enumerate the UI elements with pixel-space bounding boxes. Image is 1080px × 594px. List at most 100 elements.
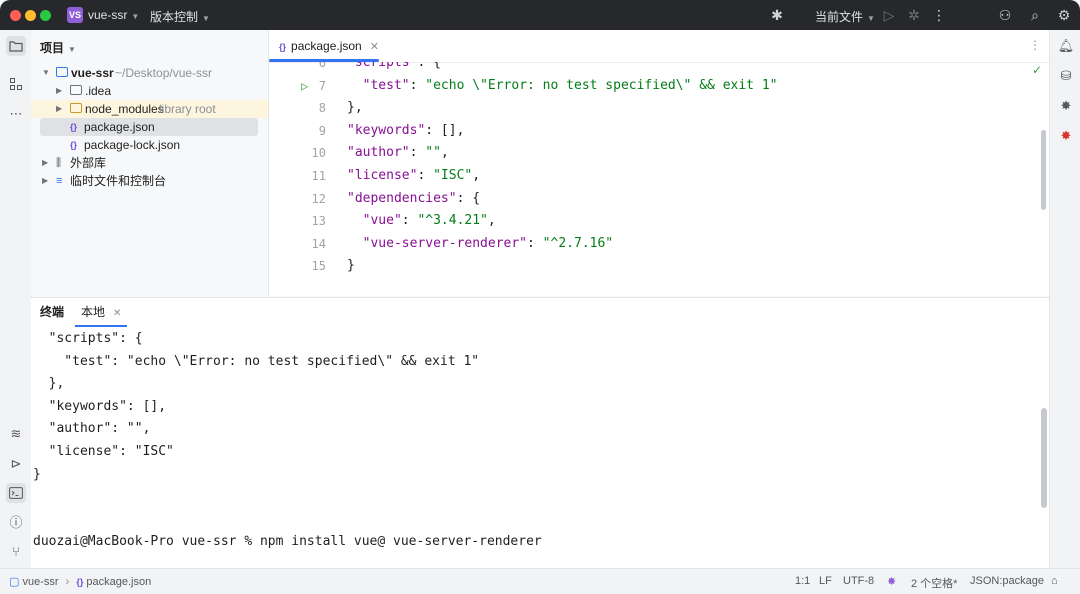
more-tools-icon[interactable]: ⋯ [6,104,26,124]
code-text: }, [347,97,363,119]
caret-position[interactable]: 1:1 [795,575,810,587]
code-line[interactable]: 12 "dependencies": { [269,188,1049,210]
add-user-icon[interactable]: ⚇ [996,6,1014,24]
code-token: } [347,258,355,274]
bug-icon[interactable]: ✱ [768,6,786,24]
json-schema[interactable]: JSON:package [970,575,1044,587]
notifications-icon[interactable]: 🔔︎ [1056,36,1076,56]
plugin-icon[interactable]: ✸ [1056,126,1076,146]
tree-item-scratches[interactable]: ▶ ≡ 临时文件和控制台 [31,172,268,190]
code-line[interactable]: 7 "test": "echo \"Error: no test specifi… [269,75,1049,97]
status-bar: ▢ vue-ssr › {} package.json 1:1 LF UTF-8… [0,568,1080,594]
chevron-down-icon: ▼ [131,12,140,21]
search-icon[interactable]: ⌕ [1026,6,1044,24]
code-line[interactable]: 6 "scripts": { [269,62,1049,74]
line-number: 11 [311,169,326,183]
tab-package-json[interactable]: {} package.json ✕ [269,30,389,62]
tree-item-idea[interactable]: ▶ .idea [31,82,268,100]
project-panel: 项目 ▼ ▼ vue-ssr ~/Desktop/vue-ssr ▶ .idea … [31,30,269,296]
layers-icon[interactable]: ≋ [6,424,26,444]
code-token: "test" [347,77,410,93]
chevron-right-icon: ▶ [56,104,63,113]
close-window-button[interactable] [10,10,21,21]
code-token: : [409,77,426,93]
ai-status-icon[interactable]: ✸ [887,575,896,588]
code-token: "keywords" [347,122,426,138]
line-number: 14 [311,236,326,251]
left-tool-strip: ⋯ ≋ ⊳ ⓘ ⑂ [0,30,32,568]
folder-icon[interactable] [6,36,26,56]
close-tab-icon[interactable]: ✕ [113,308,121,319]
terminal-scrollbar[interactable] [1041,408,1047,508]
git-icon[interactable]: ⑂ [6,542,26,562]
json-icon: {} [76,577,84,587]
breadcrumb-file[interactable]: package.json [86,576,151,588]
tab-local[interactable]: 本地 ✕ [75,298,128,327]
code-line[interactable]: 10 "author": "", [269,142,1049,164]
gear-icon[interactable]: ⚙ [1055,6,1073,24]
code-token: "license" [347,168,418,183]
line-number: 6 [318,62,326,70]
code-token: "" [425,145,441,161]
vcs-menu[interactable]: 版本控制 ▼ [150,8,210,25]
structure-icon[interactable] [6,74,26,94]
zoom-window-button[interactable] [40,10,51,21]
code-line[interactable]: 11 "license": "ISC", [269,165,1049,187]
code-text: } [347,255,355,277]
code-text: "vue-server-renderer": "^2.7.16" [347,233,613,255]
run-config-selector[interactable]: 当前文件 ▼ [815,8,875,25]
indent-setting[interactable]: 2 个空格* [911,575,957,591]
inspection-ok-icon[interactable]: ✓ [1032,63,1042,77]
tree-label: node_modules [85,102,164,116]
module-icon: ▢ [9,576,20,588]
line-separator[interactable]: LF [819,575,832,587]
code-line[interactable]: 9 "keywords": [], [269,120,1049,142]
problems-icon[interactable]: ⓘ [6,513,26,533]
tree-label: .idea [85,84,112,98]
json-icon: {} [279,42,287,52]
code-line[interactable]: 13 "vue": "^3.4.21", [269,210,1049,232]
terminal-line: } [33,466,41,482]
code-line[interactable]: 8}, [269,97,1049,119]
more-icon[interactable]: ⋮ [930,6,948,24]
terminal-output[interactable]: "scripts": { "test": "echo \"Error: no t… [31,327,1041,569]
services-icon[interactable]: ⊳ [6,454,26,474]
lock-icon[interactable]: ⌂ [1051,575,1058,587]
tree-item-node-modules[interactable]: ▶ node_modules library root [31,100,268,118]
code-text: "test": "echo \"Error: no test specified… [347,75,778,97]
terminal-icon[interactable] [6,483,26,503]
tree-label: package.json [84,120,155,134]
tree-item-root[interactable]: ▼ vue-ssr ~/Desktop/vue-ssr [31,64,268,82]
close-tab-icon[interactable]: ✕ [370,41,379,53]
database-icon[interactable]: ⛁ [1056,66,1076,86]
tree-item-package-lock[interactable]: {} package-lock.json [31,136,268,154]
tree-item-package-json[interactable]: {} package.json [40,118,258,136]
project-panel-header[interactable]: 项目 ▼ [40,39,76,56]
code-area[interactable]: 6 "scripts": {7 "test": "echo \"Error: no… [269,62,1049,296]
code-token: : [401,213,418,229]
tab-actions-icon[interactable]: ⋮ [1029,38,1041,52]
tree-item-external-libs[interactable]: ▶ ⫼ 外部库 [31,154,268,172]
project-switcher[interactable]: vue-ssr ▼ [88,8,139,22]
run-icon[interactable]: ▷ [880,6,898,24]
editor-scrollbar[interactable] [1041,130,1046,210]
chevron-down-icon: ▼ [202,14,210,23]
breadcrumb-project[interactable]: vue-ssr [22,576,58,588]
json-icon: {} [70,122,78,132]
code-text: "keywords": [], [347,120,464,142]
code-text: "vue": "^3.4.21", [347,210,496,232]
minimize-window-button[interactable] [25,10,36,21]
tab-label: package.json [291,39,362,53]
code-line[interactable]: 15} [269,255,1049,277]
project-name: vue-ssr [88,8,128,22]
code-token: , [487,213,496,229]
chevron-down-icon: ▼ [867,14,875,23]
ai-assistant-icon[interactable]: ✸ [1056,96,1076,116]
code-text: "author": "", [347,142,449,164]
debug-icon[interactable]: ✲ [905,6,923,24]
code-line[interactable]: 14 "vue-server-renderer": "^2.7.16" [269,233,1049,255]
scratches-icon: ≡ [56,175,63,187]
folder-icon [70,85,82,95]
file-encoding[interactable]: UTF-8 [843,575,874,587]
run-gutter-icon[interactable]: ▷ [301,75,308,97]
